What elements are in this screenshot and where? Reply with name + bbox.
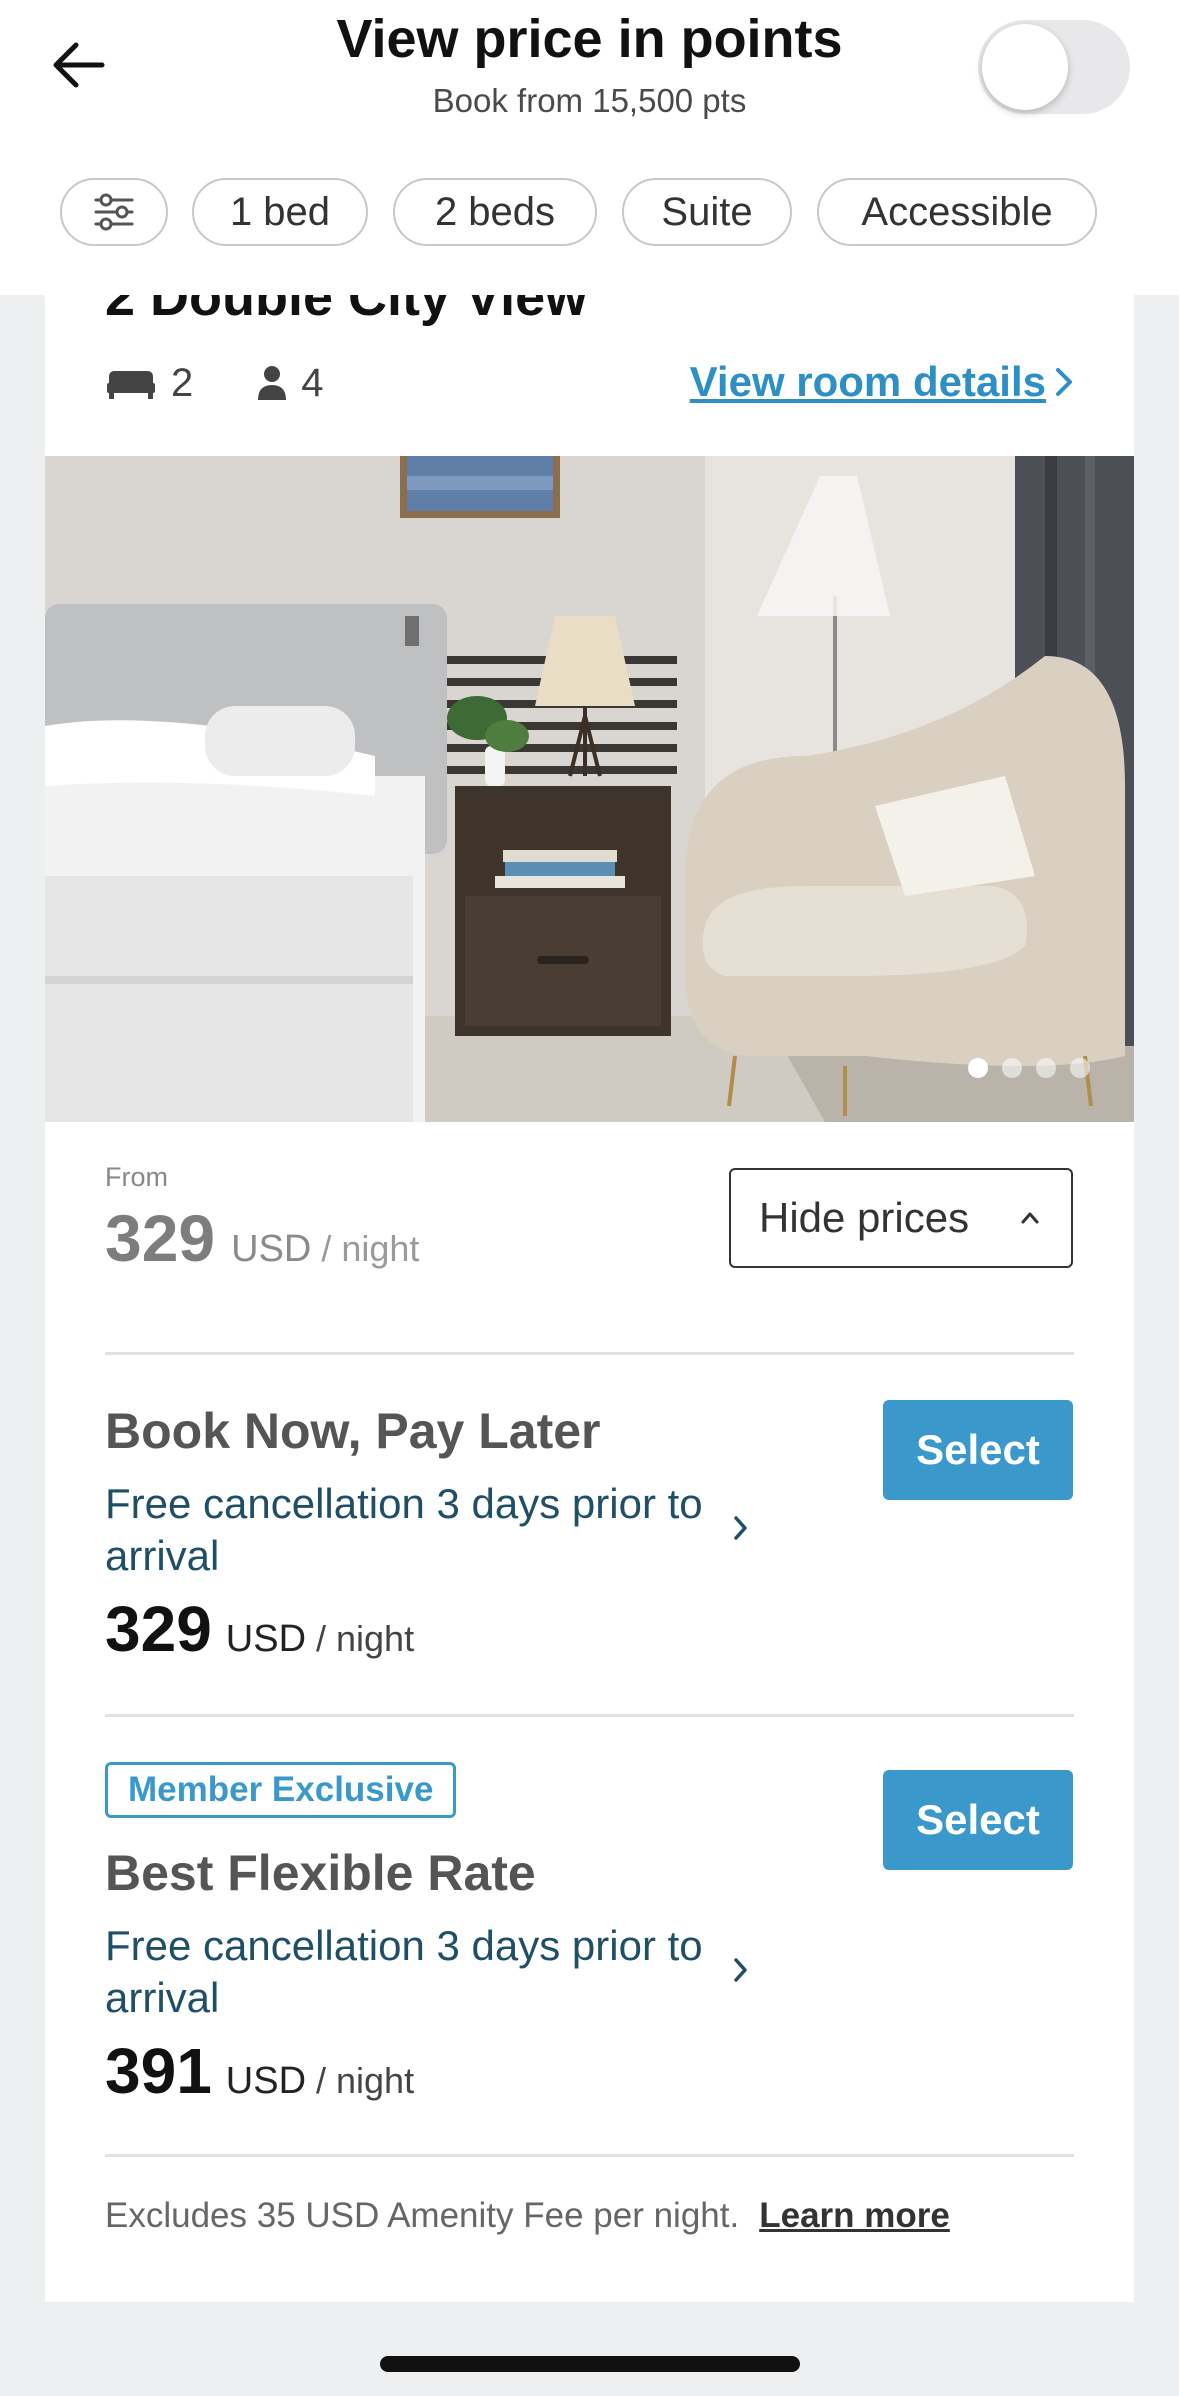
- room-photo-carousel[interactable]: [45, 456, 1134, 1122]
- rate-price-amount: 329: [105, 1593, 212, 1665]
- divider: [105, 2154, 1074, 2157]
- home-indicator: [380, 2356, 800, 2372]
- view-room-details-link[interactable]: View room details: [690, 358, 1074, 406]
- select-button[interactable]: Select: [883, 1770, 1073, 1870]
- filter-chip-1-bed[interactable]: 1 bed: [192, 178, 368, 246]
- rate-title: Best Flexible Rate: [105, 1845, 536, 1901]
- rate-price-per-night: / night: [316, 1618, 415, 1659]
- cancellation-policy-link[interactable]: Free cancellation 3 days prior to arriva…: [105, 1920, 745, 2024]
- filter-chip-accessible[interactable]: Accessible: [817, 178, 1097, 246]
- bed-count: 2: [171, 360, 194, 405]
- chevron-up-icon: [1021, 1212, 1039, 1224]
- filter-chip-2-beds[interactable]: 2 beds: [393, 178, 597, 246]
- rate-price: 391 USD / night: [105, 2034, 414, 2108]
- chevron-right-icon: [1056, 368, 1072, 396]
- from-label: From: [105, 1162, 168, 1192]
- chevron-right-icon: [734, 1958, 747, 1982]
- room-card: 2 Double City View 2 4 View room details: [45, 230, 1134, 2302]
- pagination-dot: [1036, 1058, 1056, 1078]
- guest-count: 4: [301, 360, 324, 405]
- points-toggle[interactable]: [978, 20, 1130, 114]
- amenity-fee-note: Excludes 35 USD Amenity Fee per night. L…: [105, 2196, 950, 2236]
- cancellation-policy-link[interactable]: Free cancellation 3 days prior to arriva…: [105, 1478, 745, 1582]
- learn-more-link[interactable]: Learn more: [759, 2196, 950, 2236]
- room-photo: [45, 456, 1134, 1122]
- amenity-fee-text: Excludes 35 USD Amenity Fee per night.: [105, 2196, 740, 2235]
- filter-chips: 1 bed 2 beds Suite Accessible: [0, 178, 1179, 250]
- person-icon: [258, 366, 287, 400]
- filter-settings-button[interactable]: [60, 178, 168, 246]
- rate-price-currency: USD: [225, 1618, 307, 1660]
- sliders-icon: [94, 193, 134, 231]
- bed-icon: [107, 371, 155, 399]
- rate-price-amount: 391: [105, 2035, 212, 2107]
- rate-price-currency: USD: [225, 2060, 307, 2102]
- rate-price: 329 USD / night: [105, 1592, 414, 1666]
- rate-price-per-night: / night: [316, 2060, 415, 2101]
- divider: [105, 1352, 1074, 1355]
- filter-chip-suite[interactable]: Suite: [622, 178, 792, 246]
- chevron-right-icon: [734, 1516, 747, 1540]
- from-price-currency: USD: [231, 1228, 312, 1270]
- from-price-amount: 329: [105, 1201, 216, 1275]
- toggle-knob: [982, 24, 1068, 110]
- hide-prices-label: Hide prices: [759, 1194, 970, 1241]
- member-exclusive-badge: Member Exclusive: [105, 1762, 457, 1818]
- pagination-dot: [1070, 1058, 1090, 1078]
- pagination-dot: [1002, 1058, 1022, 1078]
- rate-title: Book Now, Pay Later: [105, 1403, 601, 1459]
- from-price: 329 USD / night: [105, 1200, 419, 1276]
- divider: [105, 1714, 1074, 1717]
- from-price-per-night: / night: [321, 1228, 420, 1269]
- hide-prices-button[interactable]: Hide prices: [729, 1168, 1073, 1268]
- room-capacity: 2 4: [105, 358, 388, 408]
- top-bar: View price in points Book from 15,500 pt…: [0, 0, 1179, 295]
- view-room-details-label: View room details: [689, 358, 1046, 405]
- select-button[interactable]: Select: [883, 1400, 1073, 1500]
- photo-pagination: [968, 1058, 1090, 1078]
- pagination-dot: [968, 1058, 988, 1078]
